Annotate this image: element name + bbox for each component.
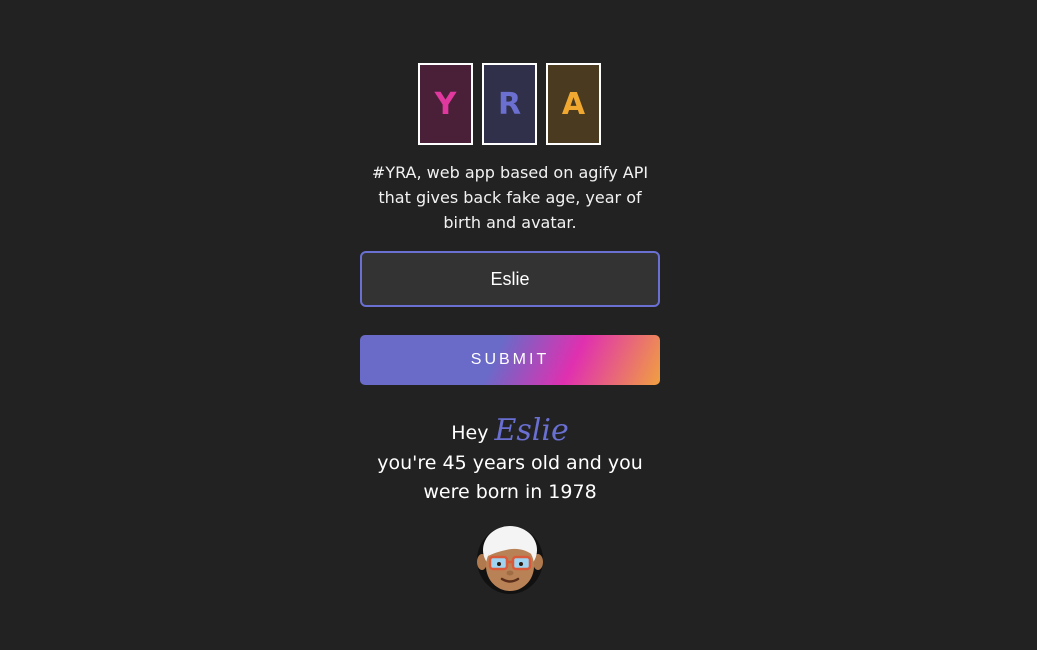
greeting-name: Eslie bbox=[494, 413, 569, 448]
greeting-hey: Hey bbox=[451, 422, 489, 444]
result-panel: Hey Eslie you're 45 years old and you we… bbox=[340, 415, 680, 507]
old-person-icon bbox=[476, 522, 544, 598]
greeting: Hey Eslie bbox=[340, 415, 680, 449]
age-text: you're 45 years old and you bbox=[377, 452, 643, 474]
logo-letter-a: A bbox=[546, 63, 601, 145]
name-input[interactable] bbox=[360, 251, 660, 307]
app-logo: Y R A bbox=[418, 63, 601, 145]
logo-letter-y: Y bbox=[418, 63, 473, 145]
logo-letter-r: R bbox=[482, 63, 537, 145]
birth-year-text: were born in 1978 bbox=[423, 481, 597, 503]
submit-button[interactable]: SUBMIT bbox=[360, 335, 660, 385]
app-description: #YRA, web app based on agify API that gi… bbox=[371, 163, 649, 232]
